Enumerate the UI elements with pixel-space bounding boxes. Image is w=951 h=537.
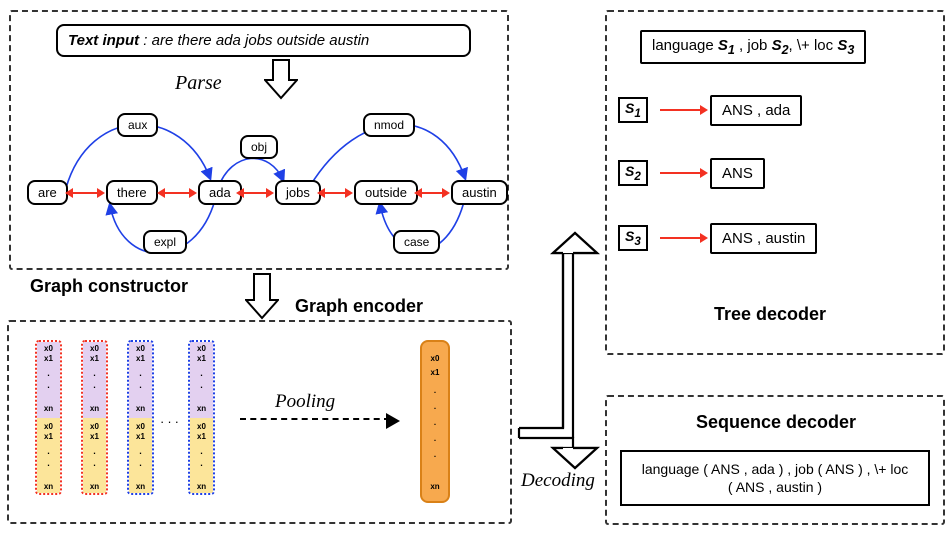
text-input-label: Text input [68,32,139,49]
rule-s2: S2 [618,160,648,186]
vector-gap-dots: ··· [160,414,182,429]
vector-col-2: x0 x1 . . xn x0 x1 . . xn [81,340,108,495]
text-input-value: : are there ada jobs outside austin [143,32,369,49]
dep-label-nmod: nmod [363,113,415,137]
bi-arrow-2 [165,192,189,194]
sequence-output-line1: language ( ANS , ada ) , job ( ANS ) , \… [642,461,909,477]
tree-root-box: language S1 , job S2, \+ loc S3 [640,30,866,64]
sequence-decoder-label: Sequence decoder [696,412,856,433]
dep-label-obj: obj [240,135,278,159]
dep-label-aux: aux [117,113,158,137]
rule-s3-arrow [660,237,700,239]
rule-s1: S1 [618,97,648,123]
pooling-arrow [240,418,390,420]
decoding-label: Decoding [521,470,595,492]
constructor-to-encoder-arrow [245,272,279,325]
text-input-box: Text input : are there ada jobs outside … [56,24,471,57]
graph-constructor-label: Graph constructor [30,276,188,297]
token-austin: austin [451,180,508,205]
rule-s2-rhs: ANS [710,158,765,189]
bi-arrow-3 [244,192,266,194]
rule-s3: S3 [618,225,648,251]
bi-arrow-5 [422,192,442,194]
token-jobs: jobs [275,180,321,205]
rule-s1-arrow [660,109,700,111]
bi-arrow-1 [73,192,97,194]
graph-encoder-label: Graph encoder [295,296,423,317]
rule-s1-rhs: ANS , ada [710,95,802,126]
token-there: there [106,180,158,205]
vector-col-3: x0 x1 . . xn x0 x1 . . xn [127,340,154,495]
sequence-output-box: language ( ANS , ada ) , job ( ANS ) , \… [620,450,930,506]
token-are: are [27,180,68,205]
rule-s2-arrow [660,172,700,174]
vector-col-4: x0 x1 . . xn x0 x1 . . xn [188,340,215,495]
parse-arrow [264,58,298,105]
vector-col-1: x0 x1 . . xn x0 x1 . . xn [35,340,62,495]
dep-label-case: case [393,230,440,254]
tree-decoder-label: Tree decoder [714,304,826,325]
decoding-arrow [517,118,617,478]
bi-arrow-4 [325,192,345,194]
dep-label-expl: expl [143,230,187,254]
parse-label: Parse [175,72,222,95]
rule-s3-rhs: ANS , austin [710,223,817,254]
sequence-output-line2: ( ANS , austin ) [728,479,822,495]
pooled-vector: x0 x1 . . . . . xn [420,340,450,503]
pooling-label: Pooling [275,391,335,413]
token-outside: outside [354,180,418,205]
